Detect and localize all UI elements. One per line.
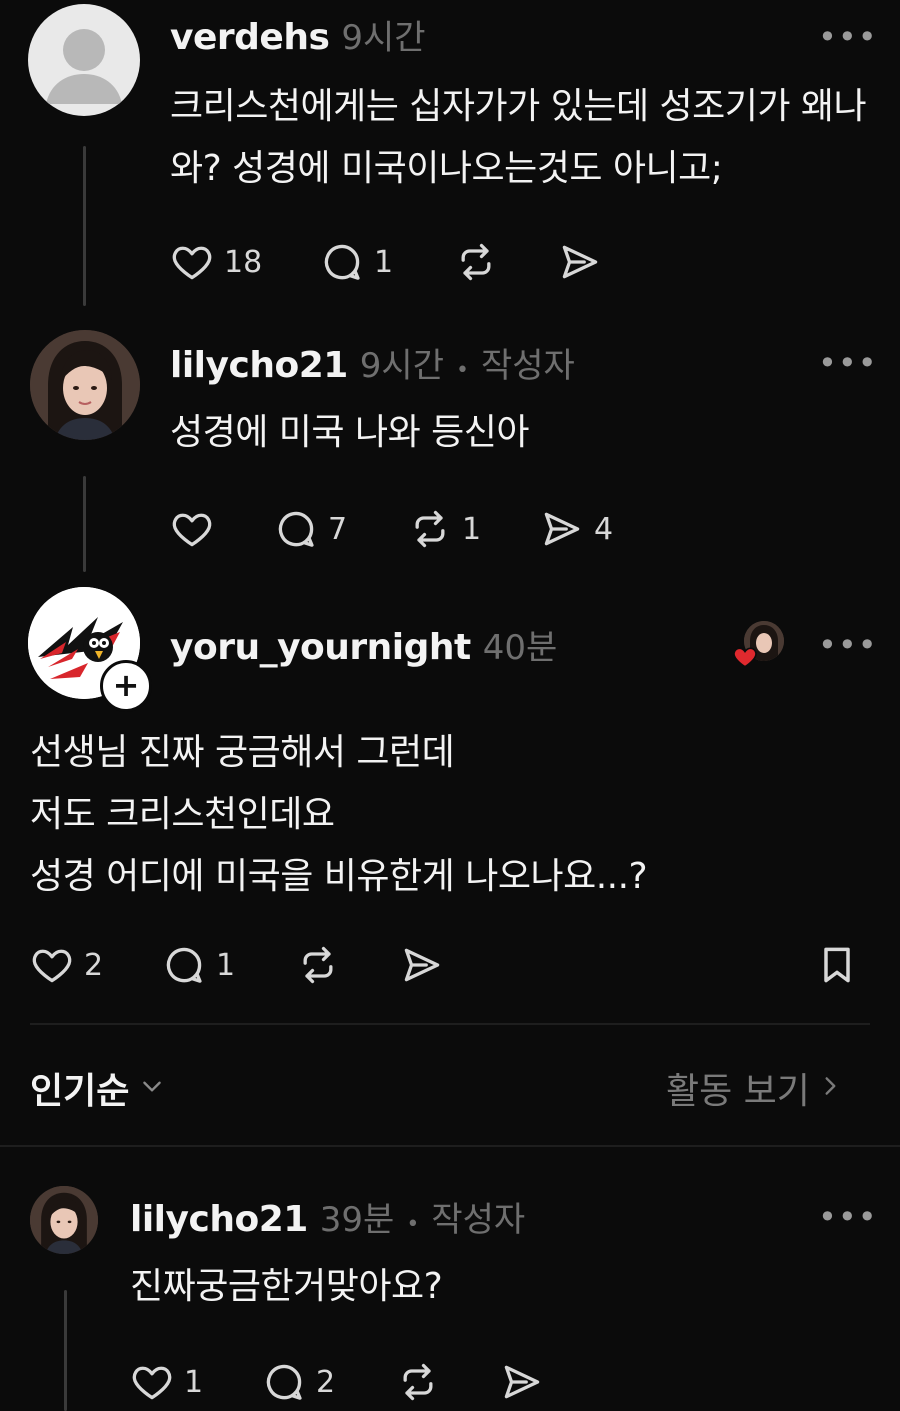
reply-count: 2	[316, 1364, 336, 1400]
profile-photo	[30, 330, 140, 440]
post-header: yoru_yournight 40분	[170, 620, 557, 669]
like-button[interactable]: 18	[170, 240, 262, 284]
thread-line	[83, 476, 86, 572]
like-count: 2	[84, 947, 104, 983]
author-tag: 작성자	[431, 1200, 526, 1240]
like-button[interactable]: 1	[130, 1360, 203, 1404]
default-avatar-icon	[46, 29, 122, 104]
username[interactable]: yoru_yournight	[170, 627, 471, 668]
repost-icon	[454, 240, 498, 284]
reply-count: 1	[374, 244, 394, 280]
username[interactable]: lilycho21	[130, 1199, 308, 1240]
reply-button[interactable]: 1	[162, 943, 235, 987]
heart-filled-icon	[732, 644, 758, 674]
username[interactable]: lilycho21	[170, 345, 348, 386]
repost-icon	[408, 507, 452, 551]
post-text: 성경에 미국 나와 등신아	[170, 412, 530, 453]
plus-icon: +	[112, 666, 140, 704]
more-options-icon[interactable]: •••	[818, 1198, 878, 1236]
repost-icon	[296, 943, 340, 987]
like-count: 18	[224, 244, 263, 280]
heart-icon	[170, 240, 214, 284]
timestamp: 40분	[482, 628, 558, 668]
like-button[interactable]	[170, 507, 214, 551]
timestamp: 39분	[319, 1200, 395, 1240]
like-button[interactable]: 2	[30, 943, 103, 987]
post-text: 크리스천에게는 십자가가 있는데 성조기가 왜나와? 성경에 미국이나오는것도 …	[170, 86, 867, 189]
follow-button[interactable]: +	[100, 660, 152, 712]
share-button[interactable]: 4	[540, 507, 613, 551]
share-icon	[558, 240, 602, 284]
repost-button[interactable]	[296, 943, 340, 987]
post-text-line: 저도 크리스천인데요	[30, 794, 335, 835]
username[interactable]: verdehs	[170, 17, 330, 58]
post-text-line: 선생님 진짜 궁금해서 그런데	[30, 732, 455, 773]
reply-button[interactable]: 1	[320, 240, 393, 284]
avatar[interactable]	[30, 330, 140, 440]
divider	[30, 1023, 870, 1025]
like-count: 1	[184, 1364, 204, 1400]
avatar[interactable]	[30, 1186, 98, 1254]
separator-dot: •	[456, 358, 469, 383]
share-button[interactable]	[558, 240, 602, 284]
timestamp: 9시간	[341, 18, 426, 58]
comment-icon	[274, 507, 318, 551]
more-options-icon[interactable]: •••	[818, 18, 878, 56]
thread-line	[83, 146, 86, 306]
heart-icon	[170, 507, 214, 551]
repost-button[interactable]	[396, 1360, 440, 1404]
reply-count: 1	[216, 947, 236, 983]
chevron-right-icon	[820, 1073, 842, 1103]
share-icon	[500, 1360, 544, 1404]
post-header: lilycho21 9시간 • 작성자	[170, 338, 575, 387]
post-text-line: 성경 어디에 미국을 비유한게 나오나요...?	[30, 856, 648, 897]
share-button[interactable]	[500, 1360, 544, 1404]
bookmark-icon	[815, 943, 859, 987]
reply-button[interactable]: 2	[262, 1360, 335, 1404]
sort-label: 인기순	[30, 1071, 130, 1112]
comment-icon	[262, 1360, 306, 1404]
thread-line	[64, 1290, 67, 1411]
more-options-icon[interactable]: •••	[818, 626, 878, 664]
divider	[0, 1145, 900, 1147]
repost-button[interactable]	[454, 240, 498, 284]
post-text: 진짜궁금한거맞아요?	[130, 1266, 443, 1307]
post-text: 선생님 진짜 궁금해서 그런데 저도 크리스천인데요 성경 어디에 미국을 비유…	[30, 722, 870, 908]
view-activity-link[interactable]: 활동 보기	[666, 1062, 842, 1114]
activity-label: 활동 보기	[666, 1071, 810, 1112]
reply-button[interactable]: 7	[274, 507, 347, 551]
repost-button[interactable]: 1	[408, 507, 481, 551]
share-icon	[540, 507, 584, 551]
chevron-down-icon	[139, 1073, 165, 1103]
profile-photo	[30, 1186, 98, 1254]
repost-count: 1	[462, 511, 482, 547]
post-header: verdehs 9시간	[170, 10, 426, 59]
heart-icon	[130, 1360, 174, 1404]
repost-icon	[396, 1360, 440, 1404]
bookmark-button[interactable]	[815, 943, 859, 987]
post-header: lilycho21 39분 • 작성자	[130, 1192, 525, 1241]
avatar[interactable]	[28, 4, 140, 116]
share-icon	[400, 943, 444, 987]
comment-icon	[320, 240, 364, 284]
share-count: 4	[594, 511, 614, 547]
share-button[interactable]	[400, 943, 444, 987]
more-options-icon[interactable]: •••	[818, 344, 878, 382]
comment-icon	[162, 943, 206, 987]
author-tag: 작성자	[480, 346, 575, 386]
separator-dot: •	[406, 1212, 420, 1237]
heart-icon	[30, 943, 74, 987]
reply-count: 7	[328, 511, 348, 547]
timestamp: 9시간	[359, 346, 444, 386]
sort-dropdown[interactable]: 인기순	[30, 1062, 165, 1114]
